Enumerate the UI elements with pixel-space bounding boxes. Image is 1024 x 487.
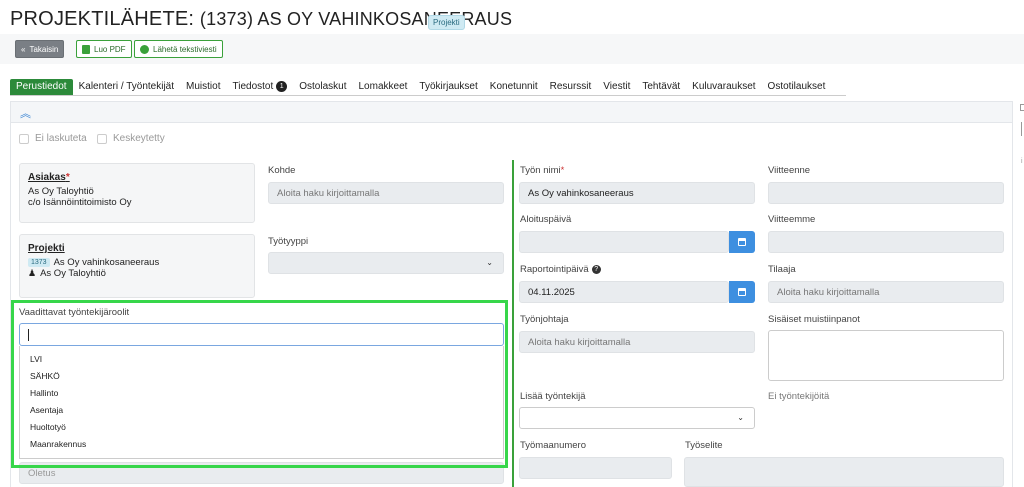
highlight-frame	[11, 300, 508, 468]
calendar-icon	[738, 288, 746, 296]
sisaiset-textarea[interactable]	[768, 330, 1004, 381]
tab-ostolaskut[interactable]: Ostolaskut	[293, 79, 352, 95]
file-icon	[82, 44, 90, 54]
chevron-down-icon: ⌄	[486, 258, 493, 267]
project-customer: As Oy Taloyhtiö	[40, 268, 106, 279]
chevron-down-icon: ⌄	[737, 413, 744, 422]
checkbox-ei-laskuteta[interactable]: Ei laskuteta	[19, 133, 87, 144]
tyonjohtaja-input[interactable]: Aloita haku kirjoittamalla	[519, 331, 755, 353]
calendar-icon	[738, 238, 746, 246]
help-icon[interactable]: ?	[591, 265, 601, 274]
create-pdf-button[interactable]: Luo PDF	[76, 40, 132, 58]
user-icon: ♟	[28, 268, 37, 278]
project-code-badge: 1373	[28, 258, 50, 267]
checkbox[interactable]	[19, 133, 29, 144]
no-employees-text: Ei työntekijöitä	[768, 391, 830, 402]
lisaa-tyontekija-select[interactable]: ⌄	[519, 407, 755, 429]
column-divider	[512, 160, 514, 487]
back-button[interactable]: «Takaisin	[15, 40, 65, 58]
double-chevron-left-icon: «	[21, 44, 26, 54]
panel-toggle-icon[interactable]	[1020, 104, 1024, 111]
tyon-nimi-label: Työn nimi*	[520, 165, 565, 176]
raportointipaiva-input[interactable]: 04.11.2025	[519, 281, 729, 303]
tab-lomakkeet[interactable]: Lomakkeet	[353, 79, 414, 95]
tab-tehtavat[interactable]: Tehtävät	[636, 79, 686, 95]
tab-tiedostot[interactable]: Tiedostot 1	[226, 79, 293, 95]
tyonjohtaja-label: Työnjohtaja	[520, 314, 569, 325]
lisaa-tyontekija-label: Lisää työntekijä	[520, 391, 586, 402]
tab-resurssit[interactable]: Resurssit	[544, 79, 598, 95]
tyomaanumero-input[interactable]	[519, 457, 672, 479]
tab-kalenteri[interactable]: Kalenteri / Työntekijät	[73, 79, 180, 95]
customer-address: c/o Isännöintitoimisto Oy	[28, 197, 132, 208]
side-panel-edge: i	[1016, 100, 1024, 180]
chat-icon	[140, 44, 149, 54]
tyotyyppi-select[interactable]: ⌄	[268, 252, 504, 274]
collapse-bar[interactable]: ︽	[10, 101, 1013, 123]
aloituspaiva-input[interactable]	[519, 231, 729, 253]
tyotyyppi-label: Työtyyppi	[268, 236, 309, 247]
tyoselite-label: Työselite	[685, 440, 723, 451]
tab-konetunnit[interactable]: Konetunnit	[484, 79, 544, 95]
tab-viestit[interactable]: Viestit	[597, 79, 636, 95]
tyon-nimi-input[interactable]: As Oy vahinkosaneeraus	[519, 182, 755, 204]
info-icon: i	[1021, 158, 1023, 165]
customer-title[interactable]: Asiakas*	[28, 172, 246, 183]
tab-ostotilaukset[interactable]: Ostotilaukset	[762, 79, 832, 95]
viitteemme-input[interactable]	[768, 231, 1004, 253]
tab-bar: Perustiedot Kalenteri / Työntekijät Muis…	[10, 78, 846, 96]
viitteenne-label: Viitteenne	[768, 165, 811, 176]
raportointipaiva-label: Raportointipäivä?	[520, 264, 601, 275]
calendar-button[interactable]	[729, 231, 755, 253]
tab-perustiedot[interactable]: Perustiedot	[10, 79, 73, 95]
tab-kuluvaraukset[interactable]: Kuluvaraukset	[686, 79, 761, 95]
vertical-label	[1021, 122, 1022, 136]
type-badge: Projekti	[428, 15, 465, 30]
tilaaja-input[interactable]: Aloita haku kirjoittamalla	[768, 281, 1004, 303]
tab-tyokirjaukset[interactable]: Työkirjaukset	[413, 79, 483, 95]
count-badge: 1	[276, 81, 288, 92]
chevron-up-icon[interactable]: ︽	[20, 105, 31, 121]
tyoselite-input[interactable]	[684, 457, 1004, 487]
customer-card: Asiakas* As Oy Taloyhtiö c/o Isännöintit…	[19, 163, 255, 223]
sisaiset-label: Sisäiset muistiinpanot	[768, 314, 860, 325]
project-name: As Oy vahinkosaneeraus	[53, 257, 160, 268]
send-sms-button[interactable]: Lähetä tekstiviesti	[134, 40, 223, 58]
calendar-button[interactable]	[729, 281, 755, 303]
tab-muistiot[interactable]: Muistiot	[180, 79, 226, 95]
customer-name: As Oy Taloyhtiö	[28, 186, 94, 197]
aloituspaiva-label: Aloituspäivä	[520, 214, 572, 225]
viitteemme-label: Viitteemme	[768, 214, 816, 225]
project-title[interactable]: Projekti	[28, 243, 246, 254]
checkbox[interactable]	[97, 133, 107, 144]
checkbox-keskeytetty[interactable]: Keskeytetty	[97, 133, 165, 144]
viitteenne-input[interactable]	[768, 182, 1004, 204]
tyomaanumero-label: Työmaanumero	[520, 440, 587, 451]
project-card: Projekti 1373 As Oy vahinkosaneeraus ♟ A…	[19, 234, 255, 298]
kohde-input[interactable]: Aloita haku kirjoittamalla	[268, 182, 504, 204]
tilaaja-label: Tilaaja	[768, 264, 796, 275]
kohde-label: Kohde	[268, 165, 296, 176]
